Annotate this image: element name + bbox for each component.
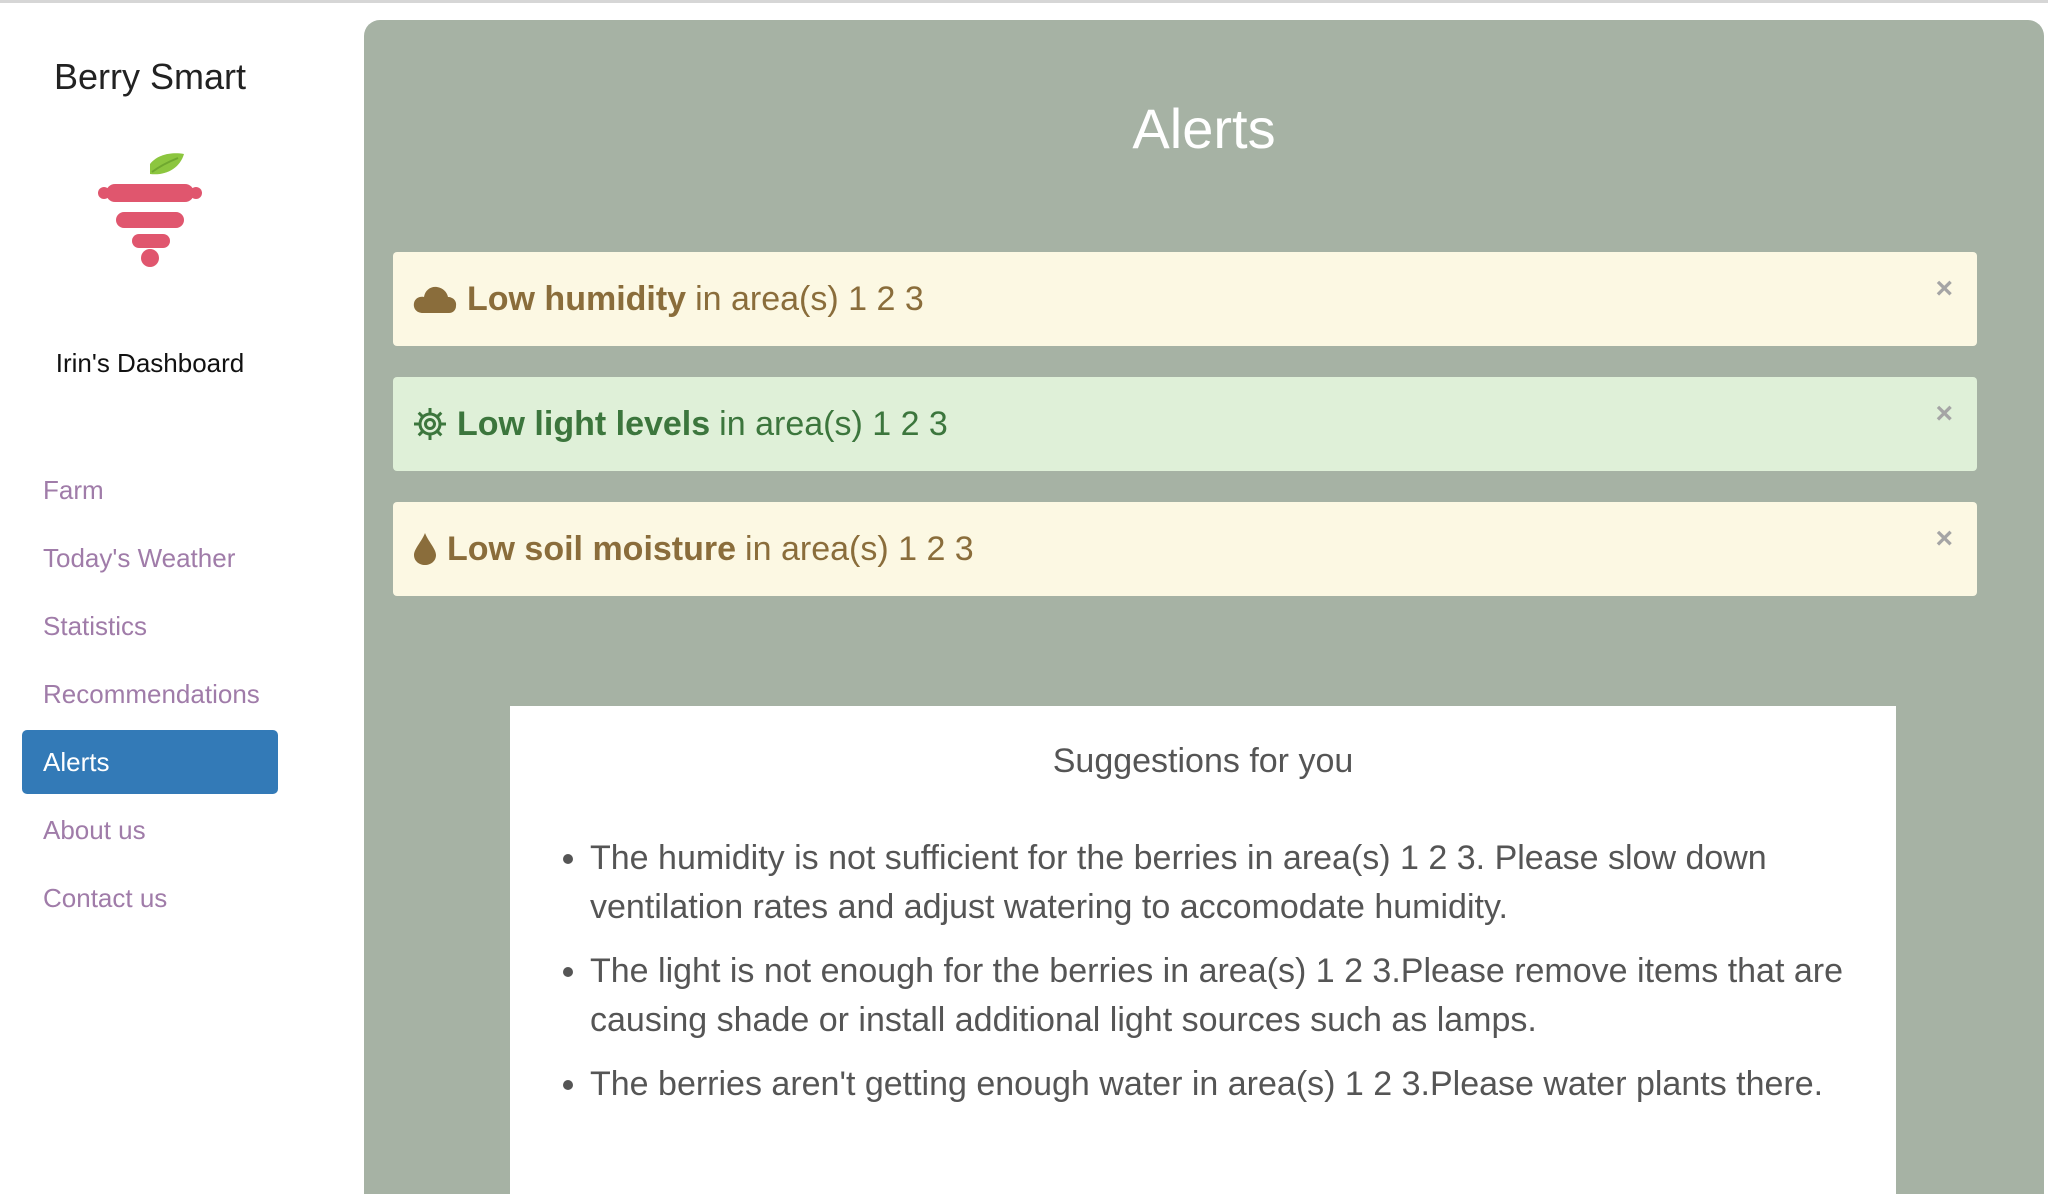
alert-title: Low humidity <box>467 279 687 318</box>
alert-text: in area(s) 1 2 3 <box>745 529 974 568</box>
alert-text: in area(s) 1 2 3 <box>719 404 948 443</box>
brand-name: Berry Smart <box>53 56 247 97</box>
suggestions-list: The humidity is not sufficient for the b… <box>554 834 1910 1124</box>
water-drop-icon <box>413 532 437 566</box>
alert-title: Low soil moisture <box>447 529 737 568</box>
alert-text: in area(s) 1 2 3 <box>695 279 924 318</box>
sidebar-item-recommendations[interactable]: Recommendations <box>22 662 278 726</box>
sidebar: Berry Smart Irin's Dashboard Farm Today'… <box>0 0 364 1194</box>
sidebar-item-farm[interactable]: Farm <box>22 458 278 522</box>
close-icon[interactable]: × <box>1935 524 1953 554</box>
close-icon[interactable]: × <box>1935 399 1953 429</box>
berry-logo-icon <box>98 153 202 267</box>
list-item: The humidity is not sufficient for the b… <box>590 834 1910 932</box>
sidebar-item-about-us[interactable]: About us <box>22 798 278 862</box>
suggestions-card: Suggestions for you The humidity is not … <box>510 706 1896 1194</box>
sidebar-item-statistics[interactable]: Statistics <box>22 594 278 658</box>
sidebar-nav: Farm Today's Weather Statistics Recommen… <box>22 458 278 934</box>
gear-icon <box>413 407 447 441</box>
page: Berry Smart Irin's Dashboard Farm Today'… <box>0 0 2048 1194</box>
list-item: The light is not enough for the berries … <box>590 947 1910 1045</box>
alert-low-light: Low light levels in area(s) 1 2 3 × <box>393 377 1977 471</box>
cloud-icon <box>413 283 457 315</box>
close-icon[interactable]: × <box>1935 274 1953 304</box>
main-panel: Alerts Low humidity in area(s) 1 2 3 × L… <box>364 20 2044 1194</box>
suggestions-title: Suggestions for you <box>1052 742 1354 780</box>
alert-low-humidity: Low humidity in area(s) 1 2 3 × <box>393 252 1977 346</box>
dashboard-title: Irin's Dashboard <box>55 348 245 378</box>
sidebar-item-contact-us[interactable]: Contact us <box>22 866 278 930</box>
sidebar-item-alerts[interactable]: Alerts <box>22 730 278 794</box>
alert-title: Low light levels <box>457 404 711 443</box>
sidebar-item-todays-weather[interactable]: Today's Weather <box>22 526 278 590</box>
page-title: Alerts <box>1132 97 1276 160</box>
list-item: The berries aren't getting enough water … <box>590 1060 1910 1109</box>
alert-low-soil-moisture: Low soil moisture in area(s) 1 2 3 × <box>393 502 1977 596</box>
